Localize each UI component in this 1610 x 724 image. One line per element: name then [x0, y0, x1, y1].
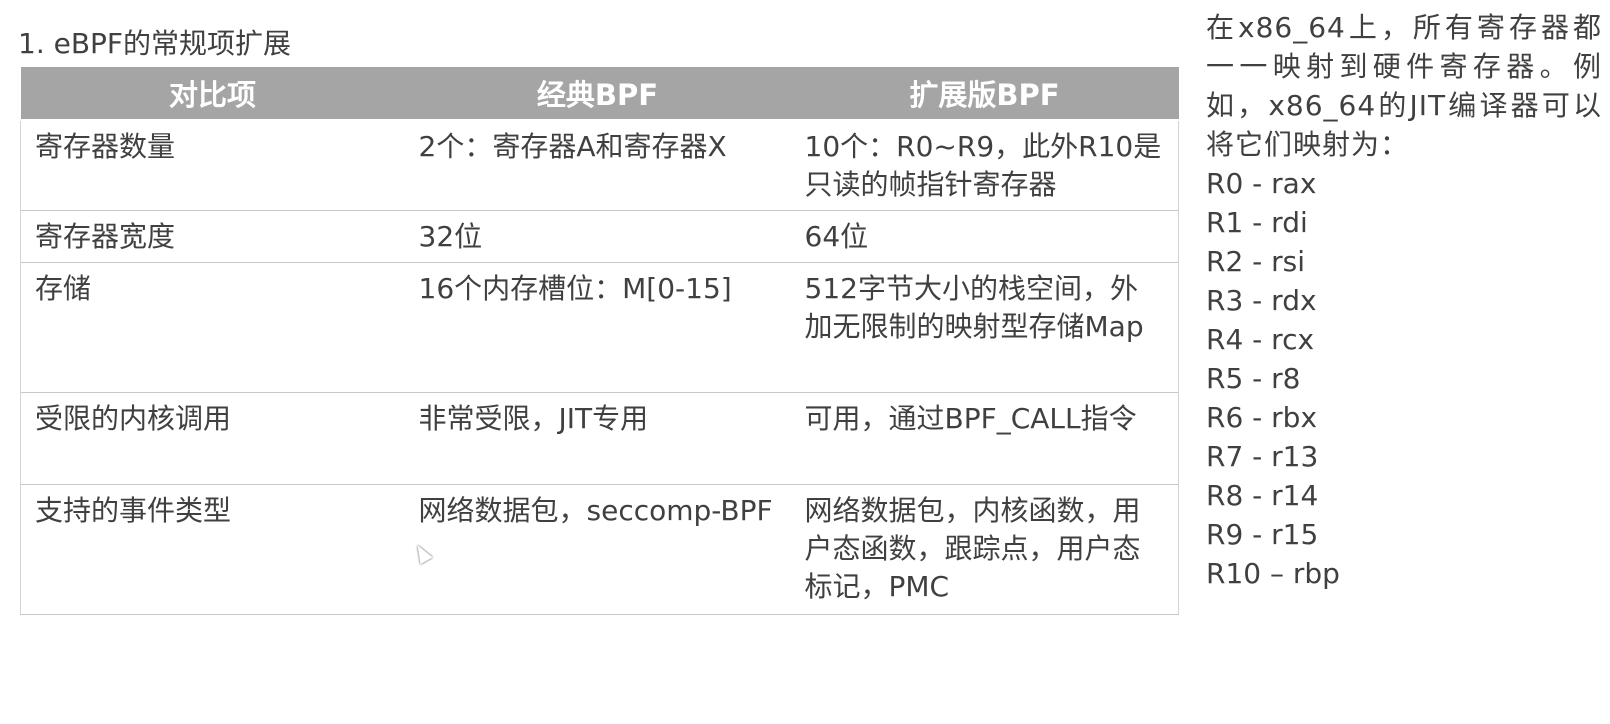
list-item: R3 - rdx [1206, 284, 1317, 317]
list-item: R9 - r15 [1206, 518, 1319, 551]
register-mapping-note: 在x86_64上，所有寄存器都一一映射到硬件寄存器。例如，x86_64的JIT编… [1206, 8, 1602, 593]
cell-extended: 可用，通过BPF_CALL指令 [790, 392, 1179, 485]
cell-item: 支持的事件类型 [20, 484, 405, 615]
table-row: 受限的内核调用 非常受限，JIT专用 可用，通过BPF_CALL指令 [20, 392, 1179, 485]
list-item: R1 - rdi [1206, 206, 1308, 239]
table-row: 寄存器数量 2个：寄存器A和寄存器X 10个：R0~R9，此外R10是只读的帧指… [20, 119, 1179, 211]
cell-classic: 网络数据包，seccomp-BPF [404, 484, 791, 615]
cell-classic-text: 网络数据包，seccomp-BPF [418, 494, 773, 527]
list-item: R0 - rax [1206, 167, 1317, 200]
cell-item: 寄存器数量 [20, 119, 405, 211]
list-item: R4 - rcx [1206, 323, 1315, 356]
cell-extended: 10个：R0~R9，此外R10是只读的帧指针寄存器 [790, 119, 1179, 211]
list-item: R7 - r13 [1206, 440, 1319, 473]
table-row: 存储 16个内存槽位：M[0-15] 512字节大小的栈空间，外加无限制的映射型… [20, 262, 1179, 393]
table-header-row: 对比项 经典BPF 扩展版BPF [20, 67, 1179, 121]
table-row: 支持的事件类型 网络数据包，seccomp-BPF 网络数据包，内核函数，用户态… [20, 484, 1179, 615]
header-classic-bpf: 经典BPF [404, 67, 791, 121]
list-item: R8 - r14 [1206, 479, 1319, 512]
mouse-pointer-icon [410, 541, 433, 565]
cell-item: 存储 [20, 262, 405, 393]
cell-classic: 2个：寄存器A和寄存器X [404, 119, 791, 211]
header-item: 对比项 [20, 67, 405, 121]
cell-classic: 16个内存槽位：M[0-15] [404, 262, 791, 393]
list-item: R5 - r8 [1206, 362, 1301, 395]
list-item: R2 - rsi [1206, 245, 1306, 278]
header-extended-bpf: 扩展版BPF [790, 67, 1179, 121]
side-note-text: 在x86_64上，所有寄存器都一一映射到硬件寄存器。例如，x86_64的JIT编… [1206, 11, 1602, 161]
cell-extended: 512字节大小的栈空间，外加无限制的映射型存储Map [790, 262, 1179, 393]
cell-item: 寄存器宽度 [20, 210, 405, 263]
list-item: R6 - rbx [1206, 401, 1318, 434]
table-row: 寄存器宽度 32位 64位 [20, 210, 1179, 263]
cell-item: 受限的内核调用 [20, 392, 405, 485]
comparison-table: 对比项 经典BPF 扩展版BPF 寄存器数量 2个：寄存器A和寄存器X 10个：… [20, 67, 1179, 615]
register-mapping-list: R0 - rax R1 - rdi R2 - rsi R3 - rdx R4 -… [1206, 164, 1602, 593]
cell-extended: 64位 [790, 210, 1179, 263]
cell-classic: 32位 [404, 210, 791, 263]
list-item: R10 – rbp [1206, 557, 1340, 590]
page-title: 1. eBPF的常规项扩展 [18, 27, 292, 60]
cell-extended: 网络数据包，内核函数，用户态函数，跟踪点，用户态标记，PMC [790, 484, 1179, 615]
cell-classic: 非常受限，JIT专用 [404, 392, 791, 485]
